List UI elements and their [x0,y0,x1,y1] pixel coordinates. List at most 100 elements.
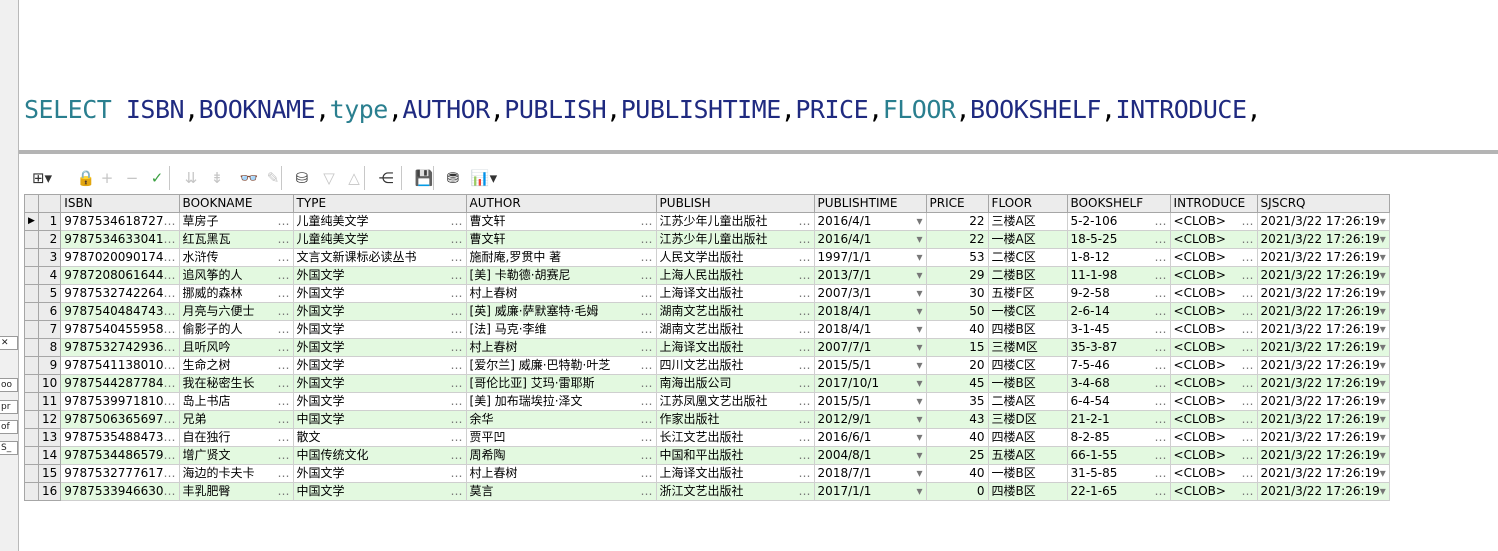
cell-publish[interactable]: 人民文学出版社… [655,248,815,267]
cell-isbn[interactable]: 9787539971810… [60,392,180,411]
cell-introduce[interactable]: <CLOB>… [1169,212,1258,231]
ellipsis-button-icon[interactable]: … [164,304,176,320]
ellipsis-button-icon[interactable]: … [1155,322,1167,338]
ellipsis-button-icon[interactable]: … [641,322,653,338]
dropdown-arrow-icon[interactable]: ▾ [917,304,923,320]
cell-price[interactable]: 40 [925,464,989,483]
dropdown-arrow-icon[interactable]: ▾ [1380,268,1386,284]
cell-type[interactable]: 外国文学… [292,266,467,285]
cell-floor[interactable]: 一楼A区 [987,230,1068,249]
ellipsis-button-icon[interactable]: … [278,376,290,392]
cell-publishtime[interactable]: 2004/8/1 ▾ [813,446,927,465]
cell-isbn[interactable]: 9787506365697… [60,410,180,429]
ellipsis-button-icon[interactable]: … [164,376,176,392]
ellipsis-button-icon[interactable]: … [451,232,463,248]
cell-sjscrq[interactable]: 2021/3/22 17:26:19 ▾ [1256,338,1390,357]
cell-author[interactable]: 曹文轩… [465,212,657,231]
dropdown-arrow-icon[interactable]: ▾ [1380,466,1386,482]
cell-price[interactable]: 22 [925,230,989,249]
column-header-price[interactable]: PRICE [925,194,989,213]
ellipsis-button-icon[interactable]: … [278,430,290,446]
ellipsis-button-icon[interactable]: … [451,466,463,482]
ellipsis-button-icon[interactable]: … [1242,232,1254,248]
cell-sjscrq[interactable]: 2021/3/22 17:26:19 ▾ [1256,284,1390,303]
table-row[interactable]: 6 9787540484743… 月亮与六便士… 外国文学… [英] 威廉·萨默塞特·毛… [24,302,1390,321]
cell-floor[interactable]: 三楼D区 [987,410,1068,429]
ellipsis-button-icon[interactable]: … [641,214,653,230]
cell-price[interactable]: 35 [925,392,989,411]
ellipsis-button-icon[interactable]: … [799,304,811,320]
dropdown-arrow-icon[interactable]: ▾ [1380,250,1386,266]
cell-isbn[interactable]: 9787541138010… [60,356,180,375]
cell-isbn[interactable]: 9787534618727… [60,212,180,231]
cell-floor[interactable]: 一楼B区 [987,374,1068,393]
cell-floor[interactable]: 三楼M区 [987,338,1068,357]
cell-floor[interactable]: 四楼A区 [987,428,1068,447]
ellipsis-button-icon[interactable]: … [1242,358,1254,374]
cell-type[interactable]: 中国文学… [292,482,467,501]
dropdown-arrow-icon[interactable]: ▾ [917,340,923,356]
ellipsis-button-icon[interactable]: … [799,322,811,338]
ellipsis-button-icon[interactable]: … [1155,394,1167,410]
cell-sjscrq[interactable]: 2021/3/22 17:26:19 ▾ [1256,410,1390,429]
cell-introduce[interactable]: <CLOB>… [1169,374,1258,393]
cell-bookshelf[interactable]: 18-5-25… [1066,230,1171,249]
cell-author[interactable]: 村上春树… [465,464,657,483]
fetch-next-icon[interactable]: ⇊ [181,168,201,188]
ellipsis-button-icon[interactable]: … [164,340,176,356]
cell-introduce[interactable]: <CLOB>… [1169,248,1258,267]
cell-introduce[interactable]: <CLOB>… [1169,464,1258,483]
ellipsis-button-icon[interactable]: … [1242,322,1254,338]
cell-introduce[interactable]: <CLOB>… [1169,230,1258,249]
cell-type[interactable]: 外国文学… [292,392,467,411]
cell-bookshelf[interactable]: 3-1-45… [1066,320,1171,339]
cell-bookname[interactable]: 增广贤文… [178,446,294,465]
cell-floor[interactable]: 一楼C区 [987,302,1068,321]
cell-sjscrq[interactable]: 2021/3/22 17:26:19 ▾ [1256,392,1390,411]
add-record-icon[interactable]: + [97,168,117,188]
dropdown-arrow-icon[interactable]: ▾ [917,250,923,266]
ellipsis-button-icon[interactable]: … [799,430,811,446]
cell-type[interactable]: 外国文学… [292,302,467,321]
column-header-author[interactable]: AUTHOR [465,194,657,213]
cell-sjscrq[interactable]: 2021/3/22 17:26:19 ▾ [1256,266,1390,285]
dropdown-arrow-icon[interactable]: ▾ [1380,484,1386,500]
ellipsis-button-icon[interactable]: … [451,250,463,266]
cell-publish[interactable]: 湖南文艺出版社… [655,320,815,339]
cell-author[interactable]: [美] 卡勒德·胡赛尼… [465,266,657,285]
cell-introduce[interactable]: <CLOB>… [1169,428,1258,447]
cell-introduce[interactable]: <CLOB>… [1169,446,1258,465]
cell-sjscrq[interactable]: 2021/3/22 17:26:19 ▾ [1256,356,1390,375]
cell-sjscrq[interactable]: 2021/3/22 17:26:19 ▾ [1256,302,1390,321]
ellipsis-button-icon[interactable]: … [641,448,653,464]
ellipsis-button-icon[interactable]: … [641,376,653,392]
dropdown-arrow-icon[interactable]: ▾ [917,448,923,464]
cell-isbn[interactable]: 9787020090174… [60,248,180,267]
cell-floor[interactable]: 二楼C区 [987,248,1068,267]
cell-bookshelf[interactable]: 31-5-85… [1066,464,1171,483]
dropdown-arrow-icon[interactable]: ▾ [1380,376,1386,392]
cell-price[interactable]: 25 [925,446,989,465]
ellipsis-button-icon[interactable]: … [799,268,811,284]
ellipsis-button-icon[interactable]: … [164,250,176,266]
dropdown-arrow-icon[interactable]: ▾ [1380,340,1386,356]
ellipsis-button-icon[interactable]: … [1242,376,1254,392]
ellipsis-button-icon[interactable]: … [278,268,290,284]
ellipsis-button-icon[interactable]: … [1155,466,1167,482]
ellipsis-button-icon[interactable]: … [451,286,463,302]
ellipsis-button-icon[interactable]: … [164,412,176,428]
cell-bookname[interactable]: 生命之树… [178,356,294,375]
dropdown-arrow-icon[interactable]: ▾ [917,214,923,230]
ellipsis-button-icon[interactable]: … [278,250,290,266]
ellipsis-button-icon[interactable]: … [1242,430,1254,446]
cell-isbn[interactable]: 9787544287784… [60,374,180,393]
ellipsis-button-icon[interactable]: … [451,448,463,464]
cell-publishtime[interactable]: 2013/7/1 ▾ [813,266,927,285]
pane-splitter[interactable] [19,150,1498,154]
ellipsis-button-icon[interactable]: … [641,484,653,500]
next-record-icon[interactable]: ▽ [319,168,339,188]
cell-author[interactable]: 贾平凹… [465,428,657,447]
ellipsis-button-icon[interactable]: … [278,394,290,410]
ellipsis-button-icon[interactable]: … [278,340,290,356]
table-row[interactable]: 16 9787533946630… 丰乳肥臀… 中国文学… 莫言… 浙江文艺出版社… 201… [24,482,1390,501]
